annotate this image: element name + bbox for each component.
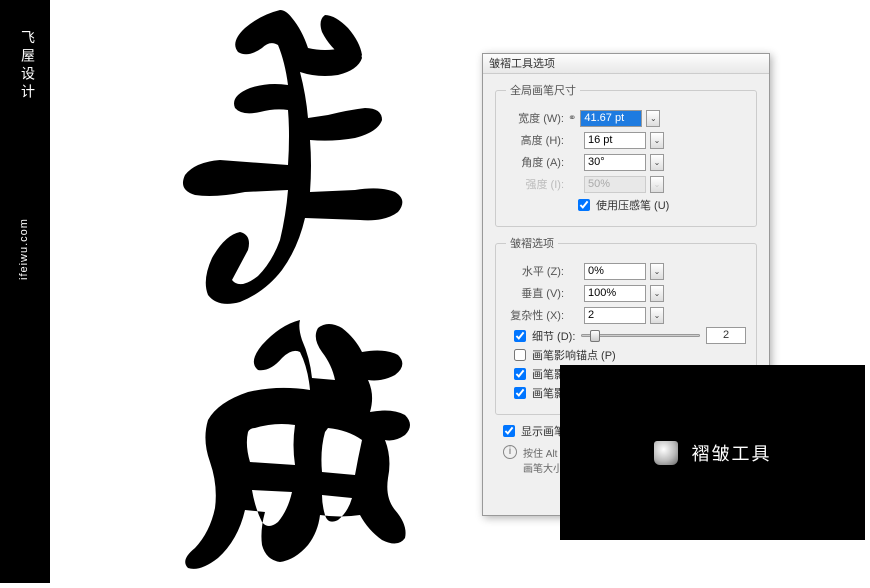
width-dropdown[interactable]: ⌄ bbox=[646, 110, 660, 127]
height-dropdown[interactable]: ⌄ bbox=[650, 132, 664, 149]
width-label: 宽度 (W): bbox=[506, 110, 564, 126]
horiz-dropdown[interactable]: ⌄ bbox=[650, 263, 664, 280]
detail-checkbox[interactable]: 细节 (D): bbox=[514, 328, 575, 344]
tool-name: 褶皱工具 bbox=[692, 440, 772, 466]
horiz-input[interactable] bbox=[584, 263, 646, 280]
info-icon: i bbox=[503, 445, 517, 459]
slider-thumb[interactable] bbox=[590, 330, 600, 342]
intensity-dropdown: ⌄ bbox=[650, 176, 664, 193]
group-legend: 皱褶选项 bbox=[506, 235, 558, 251]
intensity-label: 强度 (I): bbox=[506, 176, 564, 192]
vert-input[interactable] bbox=[584, 285, 646, 302]
height-input[interactable] bbox=[584, 132, 646, 149]
brand-text: 飞屋设计 bbox=[18, 30, 38, 102]
intensity-input bbox=[584, 176, 646, 193]
vert-dropdown[interactable]: ⌄ bbox=[650, 285, 664, 302]
link-icon[interactable]: ⚭ bbox=[568, 113, 576, 124]
width-input[interactable] bbox=[580, 110, 642, 127]
horiz-label: 水平 (Z): bbox=[506, 263, 564, 279]
detail-value[interactable]: 2 bbox=[706, 327, 746, 344]
tool-tooltip-overlay: 褶皱工具 bbox=[560, 365, 865, 540]
dialog-title: 皱褶工具选项 bbox=[483, 54, 769, 74]
calligraphy-art bbox=[100, 0, 430, 583]
complex-label: 复杂性 (X): bbox=[506, 307, 564, 323]
brand-url: ifeiwu.com bbox=[18, 218, 30, 280]
brand-sidebar: 飞屋设计 ifeiwu.com bbox=[0, 0, 50, 583]
height-label: 高度 (H): bbox=[506, 132, 564, 148]
angle-dropdown[interactable]: ⌄ bbox=[650, 154, 664, 171]
group-legend: 全局画笔尺寸 bbox=[506, 82, 580, 98]
angle-label: 角度 (A): bbox=[506, 154, 564, 170]
global-brush-group: 全局画笔尺寸 宽度 (W): ⚭ ⌄ 高度 (H): ⌄ 角度 (A): ⌄ 强… bbox=[495, 82, 757, 227]
vert-label: 垂直 (V): bbox=[506, 285, 564, 301]
detail-slider[interactable] bbox=[581, 334, 700, 337]
complex-dropdown[interactable]: ⌄ bbox=[650, 307, 664, 324]
pressure-checkbox[interactable]: 使用压感笔 (U) bbox=[578, 197, 746, 213]
anchor-checkbox[interactable]: 画笔影响锚点 (P) bbox=[514, 347, 746, 363]
angle-input[interactable] bbox=[584, 154, 646, 171]
wrinkle-tool-icon bbox=[654, 441, 678, 465]
complex-input[interactable] bbox=[584, 307, 646, 324]
